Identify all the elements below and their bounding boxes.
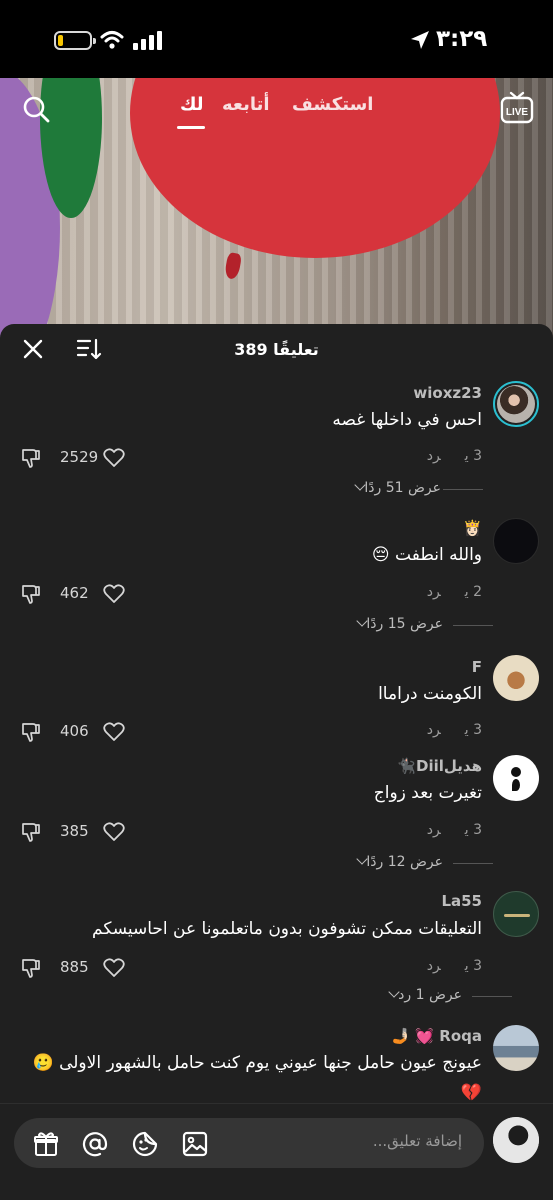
tab-explore[interactable]: استكشف xyxy=(292,94,373,115)
comment-text: عيونج عيون حامل جنها عيوني يوم كنت حامل … xyxy=(32,1053,482,1103)
reply-button[interactable]: رد xyxy=(427,584,441,600)
comment-time: 3 ي xyxy=(464,822,482,838)
comment-username[interactable]: Roqa 💓 🤳🏻 xyxy=(391,1027,482,1045)
comment-time: 2 ي xyxy=(464,584,482,600)
comment-username[interactable]: 👸🏻 xyxy=(463,519,482,537)
tab-following[interactable]: أتابعه xyxy=(222,94,270,115)
comment-username[interactable]: La55 xyxy=(441,892,482,910)
avatar[interactable] xyxy=(493,1025,539,1071)
comment-text: التعليقات ممكن تشوفون بدون ماتعلمونا عن … xyxy=(92,919,482,939)
dislike-icon[interactable] xyxy=(20,721,42,743)
comment-meta: 3 ي رد xyxy=(427,448,482,464)
view-replies-button[interactable]: عرض 1 رد xyxy=(384,986,462,1003)
comment-meta: 3 ي رد xyxy=(427,822,482,838)
replies-divider xyxy=(453,863,493,864)
comment-meta: 3 ي رد xyxy=(427,958,482,974)
comments-count-title: 389 تعليقًا xyxy=(234,340,319,359)
emoji-icon[interactable] xyxy=(131,1130,159,1158)
comment-text: والله انطفت 😔 xyxy=(371,545,482,565)
reply-button[interactable]: رد xyxy=(427,448,441,464)
reply-button[interactable]: رد xyxy=(427,722,441,738)
comment-text: تغيرت بعد زواج xyxy=(373,783,482,803)
comment-placeholder: إضافة تعليق... xyxy=(372,1132,462,1150)
comment-time: 3 ي xyxy=(464,448,482,464)
like-heart-icon[interactable] xyxy=(103,584,125,604)
like-heart-icon[interactable] xyxy=(103,822,125,842)
avatar[interactable] xyxy=(493,655,539,701)
reply-button[interactable]: رد xyxy=(427,822,441,838)
view-replies-button[interactable]: عرض 12 ردًا xyxy=(352,853,443,870)
comment-text: احس في داخلها غصه xyxy=(332,410,482,430)
like-count: 406 xyxy=(60,722,89,740)
location-arrow-icon xyxy=(411,31,429,49)
battery-icon xyxy=(54,31,96,50)
wifi-icon xyxy=(100,31,124,49)
replies-divider xyxy=(472,996,512,997)
comment-username[interactable]: F xyxy=(472,658,482,676)
image-icon[interactable] xyxy=(181,1130,209,1158)
comments-sheet: 389 تعليقًا wioxz23 احس في داخلها غصه 3 … xyxy=(0,324,553,1200)
avatar[interactable] xyxy=(493,518,539,564)
like-count: 385 xyxy=(60,822,89,840)
status-time: ٣:٢٩ xyxy=(436,26,488,52)
avatar[interactable] xyxy=(493,755,539,801)
like-count: 885 xyxy=(60,958,89,976)
reply-button[interactable]: رد xyxy=(427,958,441,974)
mention-icon[interactable] xyxy=(81,1130,109,1158)
avatar[interactable] xyxy=(493,381,539,427)
search-icon[interactable] xyxy=(22,95,50,123)
replies-divider xyxy=(453,625,493,626)
dislike-icon[interactable] xyxy=(20,583,42,605)
dislike-icon[interactable] xyxy=(20,447,42,469)
sheet-header: 389 تعليقًا xyxy=(0,324,553,374)
comment-input[interactable]: إضافة تعليق... xyxy=(14,1118,484,1168)
like-heart-icon[interactable] xyxy=(103,958,125,978)
gift-icon[interactable] xyxy=(32,1130,60,1158)
like-count: 462 xyxy=(60,584,89,602)
top-nav: لك أتابعه استكشف LIVE xyxy=(0,78,553,138)
signal-icon xyxy=(133,31,162,50)
comment-username[interactable]: wioxz23 xyxy=(413,384,482,402)
dislike-icon[interactable] xyxy=(20,821,42,843)
avatar[interactable] xyxy=(493,891,539,937)
live-icon[interactable]: LIVE xyxy=(500,90,534,126)
self-avatar[interactable] xyxy=(493,1117,539,1163)
comment-meta: 3 ي رد xyxy=(427,722,482,738)
comment-input-bar: إضافة تعليق... xyxy=(0,1103,553,1200)
tab-for-you[interactable]: لك xyxy=(180,94,204,115)
view-replies-button[interactable]: عرض 51 ردًا xyxy=(350,479,441,496)
like-heart-icon[interactable] xyxy=(103,448,125,468)
comment-username[interactable]: هديلDiil🐈‍⬛ xyxy=(397,757,482,775)
like-count: 2529 xyxy=(60,448,99,466)
comment-time: 3 ي xyxy=(464,958,482,974)
svg-text:LIVE: LIVE xyxy=(506,107,529,118)
replies-divider xyxy=(443,489,483,490)
status-bar: ٣:٢٩ xyxy=(0,0,553,78)
dislike-icon[interactable] xyxy=(20,957,42,979)
comment-time: 3 ي xyxy=(464,722,482,738)
view-replies-button[interactable]: عرض 15 ردًا xyxy=(352,615,443,632)
comment-meta: 2 ي رد xyxy=(427,584,482,600)
tab-active-indicator xyxy=(177,126,205,129)
comment-text: الكومنت دراماا xyxy=(378,684,482,704)
like-heart-icon[interactable] xyxy=(103,722,125,742)
